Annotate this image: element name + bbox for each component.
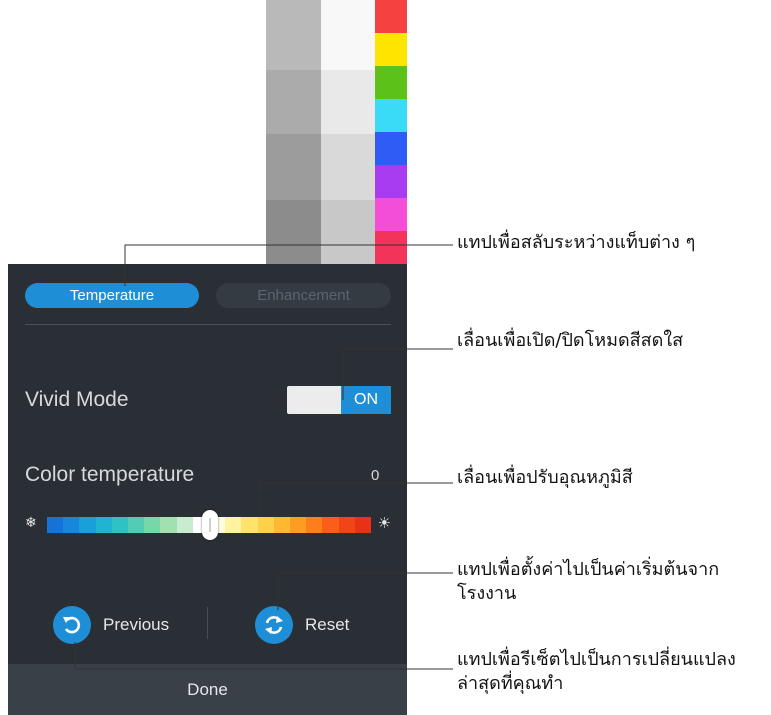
callout-lines [74,244,453,670]
callout-switch-tabs: แทปเพื่อสลับระหว่างแท็บต่าง ๆ [457,232,696,253]
callout-line-tabs [124,244,453,286]
callout-line-previous [74,642,453,670]
callout-reset-factory: แทปเพื่อตั้งค่าไปเป็นค่าเริ่มต้นจากโรงงา… [457,559,720,604]
callout-adjust-temperature: เลื่อนเพื่อปรับอุณหภูมิสี [457,467,633,488]
callout-vivid-toggle: เลื่อนเพื่อเปิด/ปิดโหมดสีสดใส [457,330,684,351]
callout-line-vivid [342,348,453,400]
callout-line-reset [277,572,453,610]
callout-previous-changes: แทปเพื่อรีเซ็ตไปเป็นการเปลี่ยนแปลงล่าสุด… [457,649,736,694]
callout-line-slider [259,482,453,510]
